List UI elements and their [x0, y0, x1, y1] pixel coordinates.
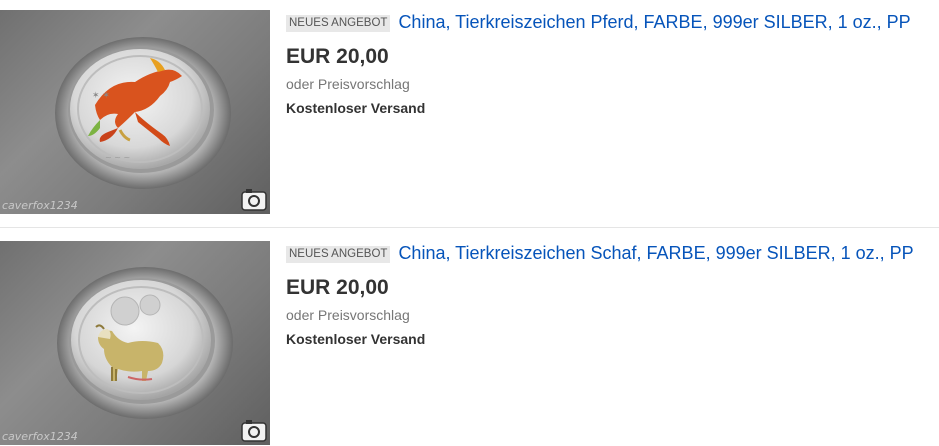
listing-thumbnail[interactable]: ✶ ✶ ~ ~ ~ caverfox1234	[0, 10, 270, 214]
camera-icon	[241, 189, 267, 211]
listing-price: EUR 20,00	[286, 45, 389, 68]
best-offer-text: oder Preisvorschlag	[286, 307, 410, 323]
listing-info: NEUES ANGEBOT China, Tierkreiszeichen Sc…	[286, 241, 926, 348]
watermark-text: caverfox1234	[2, 199, 78, 212]
free-shipping-text: Kostenloser Versand	[286, 331, 426, 347]
listing-thumbnail[interactable]: caverfox1234	[0, 241, 270, 445]
sheep-coin-image: caverfox1234	[2, 267, 267, 443]
listing-title-link[interactable]: China, Tierkreiszeichen Pferd, FARBE, 99…	[398, 12, 910, 32]
listing-divider	[0, 227, 939, 228]
listing-price: EUR 20,00	[286, 276, 389, 299]
horse-coin-image: ✶ ✶ ~ ~ ~ caverfox1234	[2, 37, 267, 212]
camera-icon	[241, 420, 267, 442]
new-listing-badge: NEUES ANGEBOT	[286, 15, 391, 32]
svg-text:~ ~ ~: ~ ~ ~	[105, 153, 130, 162]
svg-text:✶ ✶: ✶ ✶	[92, 91, 110, 101]
best-offer-text: oder Preisvorschlag	[286, 76, 410, 92]
free-shipping-text: Kostenloser Versand	[286, 100, 426, 116]
listing-title-link[interactable]: China, Tierkreiszeichen Schaf, FARBE, 99…	[398, 243, 913, 263]
listing-title-line: NEUES ANGEBOT China, Tierkreiszeichen Sc…	[286, 241, 926, 265]
listing-title-line: NEUES ANGEBOT China, Tierkreiszeichen Pf…	[286, 10, 926, 34]
listing-info: NEUES ANGEBOT China, Tierkreiszeichen Pf…	[286, 10, 926, 117]
watermark-text: caverfox1234	[2, 430, 78, 443]
new-listing-badge: NEUES ANGEBOT	[286, 246, 391, 263]
